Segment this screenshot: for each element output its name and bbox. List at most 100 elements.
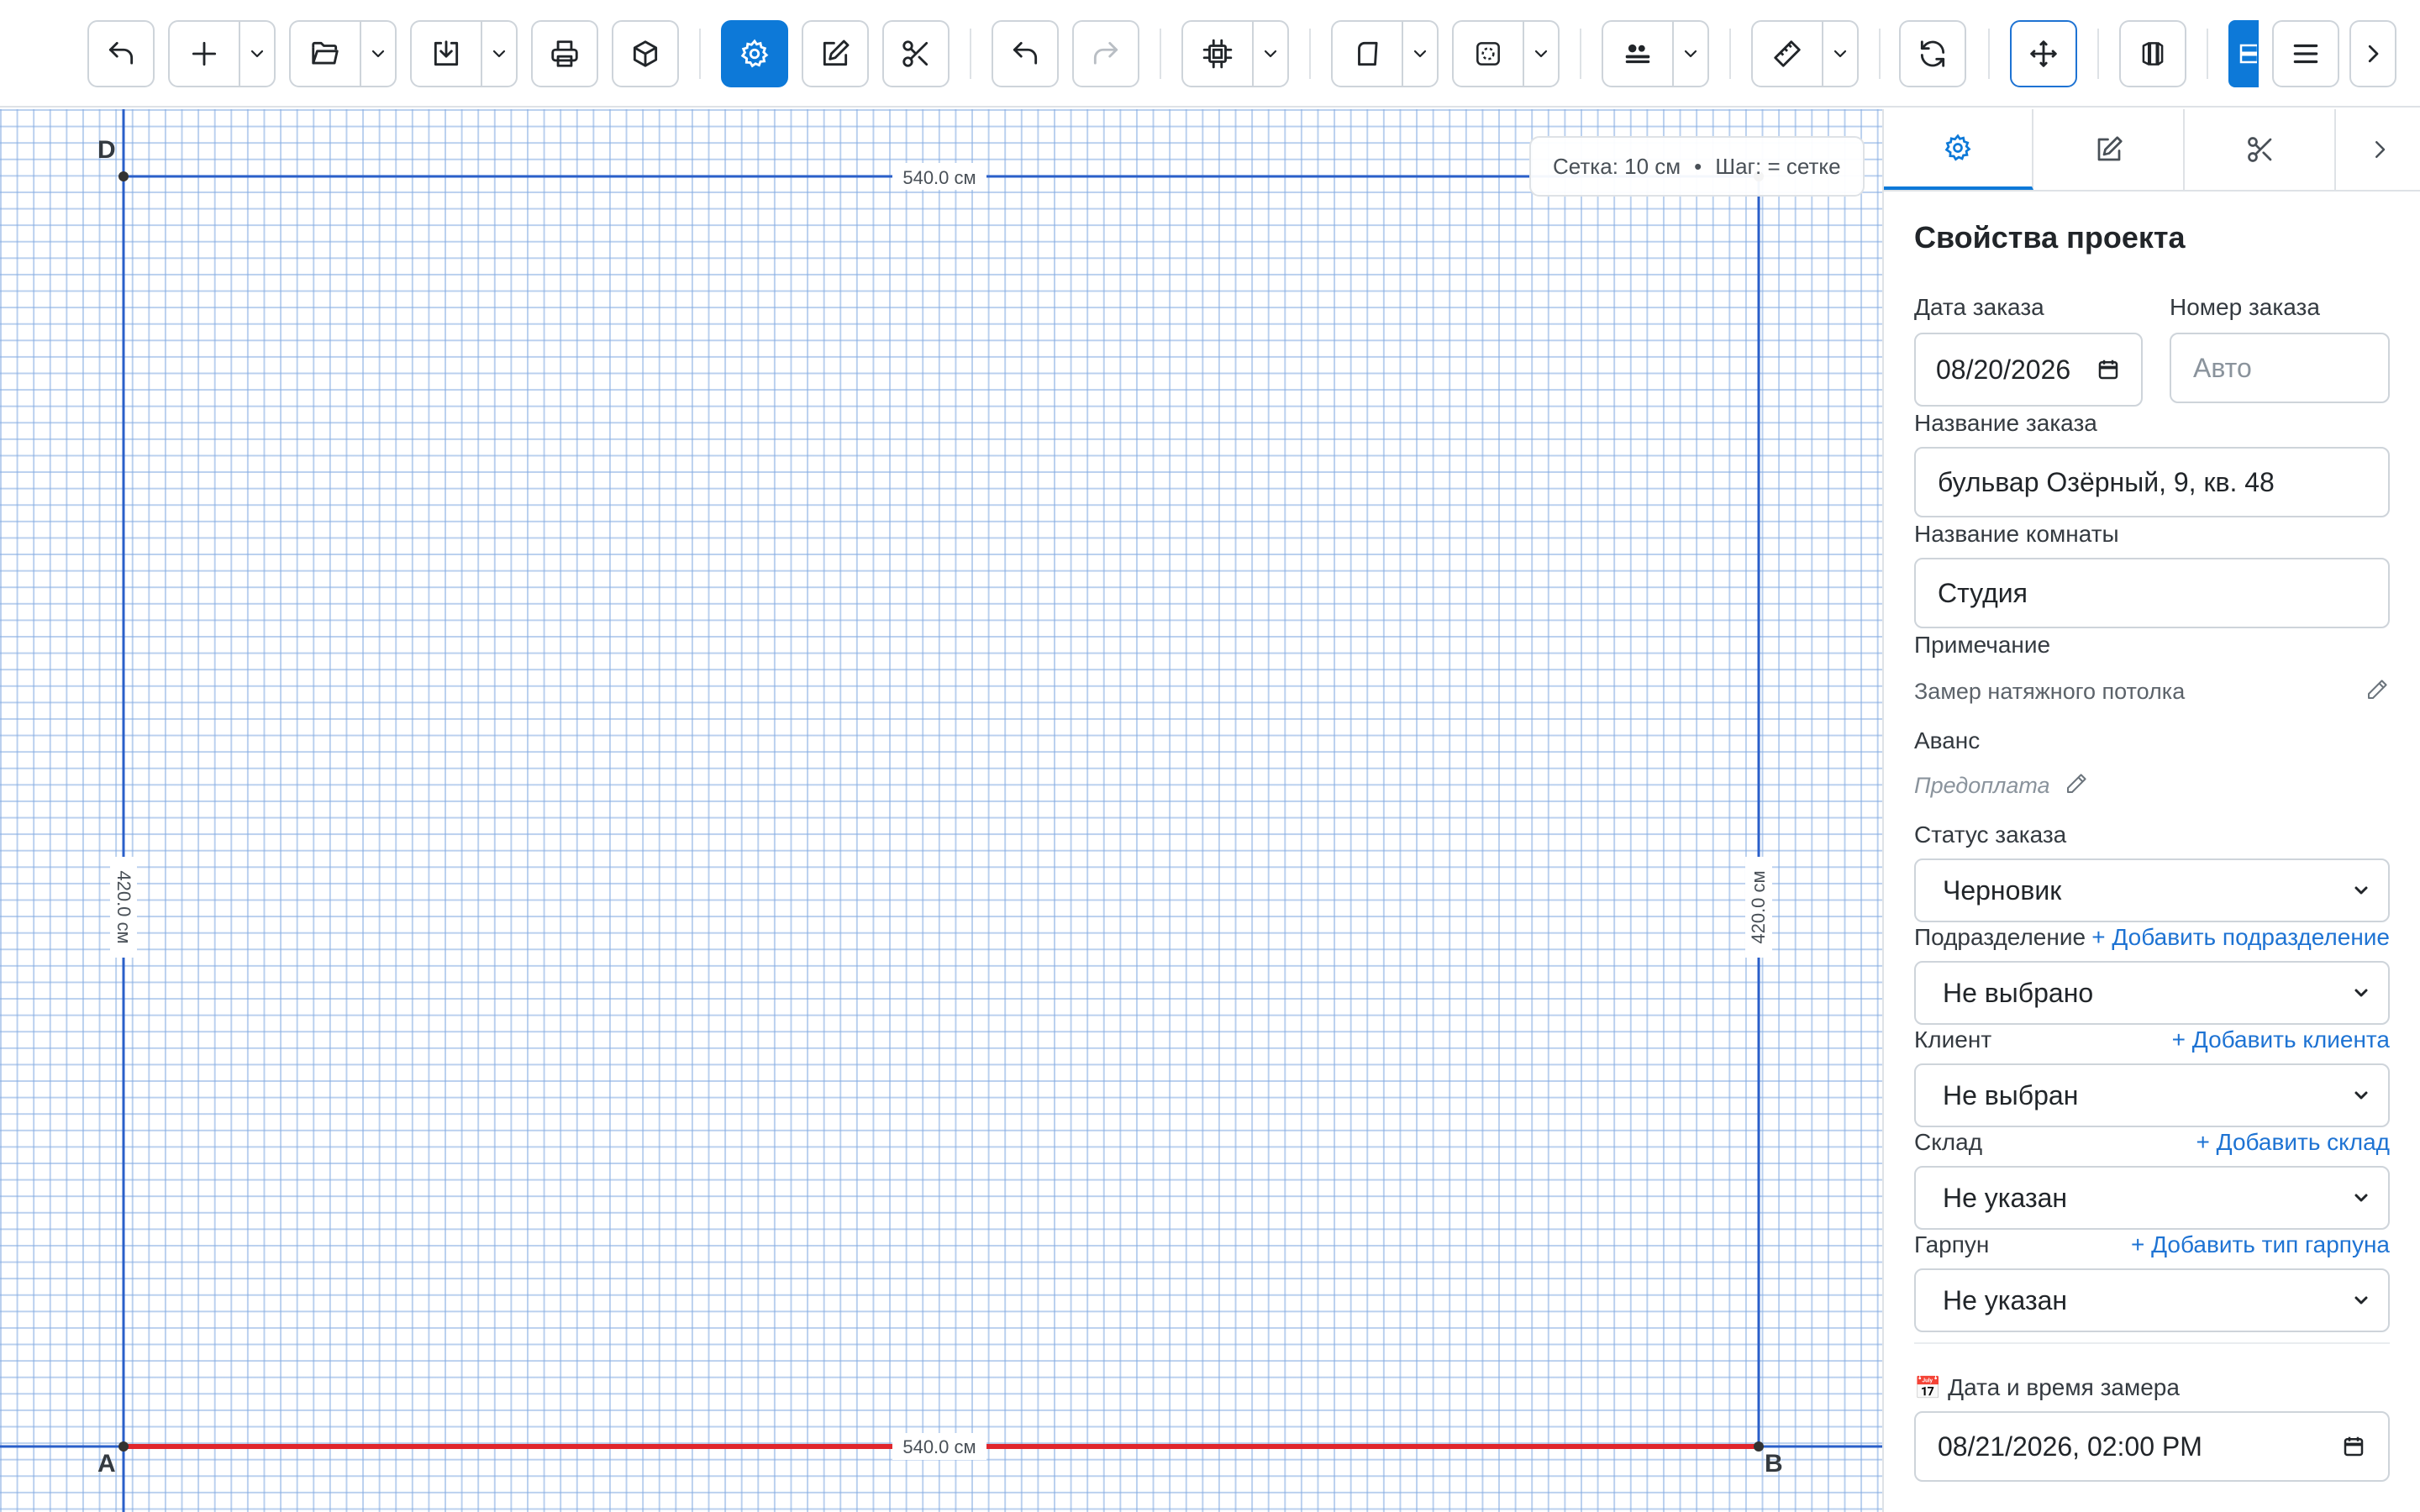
add-dropdown-toggle[interactable] (240, 22, 274, 86)
pencil-icon[interactable] (2365, 677, 2390, 702)
snap-button[interactable] (2010, 20, 2077, 87)
panel-tabs (1884, 109, 2420, 192)
add-division-link[interactable]: + Добавить подразделение (2091, 924, 2390, 951)
status-value: Черновик (1943, 874, 2062, 906)
edit-icon (2097, 136, 2123, 161)
point-label-a: A (97, 1450, 116, 1478)
status-select[interactable]: Черновик (1914, 858, 2390, 922)
edit-button[interactable] (802, 20, 869, 87)
corner-button[interactable] (1333, 22, 1403, 86)
undo-icon (1013, 41, 1038, 65)
add-client-link[interactable]: + Добавить клиента (2172, 1026, 2390, 1053)
tab-settings[interactable] (1884, 109, 2033, 190)
printer-icon (551, 40, 578, 67)
3d-view-button[interactable] (612, 20, 679, 87)
harpoon-label: Гарпун (1914, 1231, 1990, 1257)
chevron-down-icon (2354, 1091, 2368, 1100)
gear-icon (740, 39, 769, 68)
tab-edit[interactable] (2035, 109, 2185, 190)
calendar-emoji-icon: 📅 (1914, 1375, 1942, 1400)
elements-dropdown-toggle[interactable] (1254, 22, 1287, 86)
settings-button[interactable] (721, 20, 788, 87)
menu-button[interactable] (2272, 20, 2339, 87)
align-dropdown-toggle[interactable] (1674, 22, 1707, 86)
division-value: Не выбрано (1943, 977, 2094, 1008)
ruler-icon (1774, 40, 1801, 67)
panel-title: Свойства проекта (1914, 220, 2186, 255)
undo-button[interactable] (992, 20, 1059, 87)
tab-scroll-right[interactable] (2338, 109, 2420, 190)
division-select[interactable]: Не выбрано (1914, 961, 2390, 1025)
redo-icon (1093, 41, 1118, 65)
chevron-down-icon (492, 50, 506, 58)
room-name-input[interactable]: Студия (1914, 558, 2390, 628)
measure-button-group (1751, 20, 1859, 87)
chevron-down-icon (2354, 1194, 2368, 1202)
dimension-bottom: 540.0 см (902, 1436, 976, 1457)
client-select[interactable]: Не выбран (1914, 1063, 2390, 1127)
warehouse-value: Не указан (1943, 1182, 2068, 1213)
align-button[interactable] (1603, 22, 1674, 86)
chevron-right-icon (2375, 141, 2386, 158)
measure-datetime-value: 08/21/2026, 02:00 PM (1938, 1431, 2202, 1462)
toolbar-separator (2097, 29, 2099, 79)
add-warehouse-link[interactable]: + Добавить склад (2196, 1129, 2390, 1156)
status-label: Статус заказа (1914, 822, 2067, 848)
add-harpoon-link[interactable]: + Добавить тип гарпуна (2131, 1231, 2390, 1258)
save-button[interactable] (412, 22, 482, 86)
back-button[interactable] (87, 20, 155, 87)
chip-icon (1202, 39, 1233, 69)
room-plan[interactable]: 540.0 см 540.0 см 420.0 см 420.0 см D A … (0, 109, 1882, 1512)
point-d[interactable] (118, 171, 129, 181)
toolbar-separator (1309, 29, 1311, 79)
save-dropdown-toggle[interactable] (482, 22, 516, 86)
cut-button[interactable] (882, 20, 950, 87)
measure-datetime-input[interactable]: 08/21/2026, 02:00 PM (1914, 1411, 2390, 1482)
advance-placeholder[interactable]: Предоплата (1914, 773, 2050, 799)
elements-button-group (1181, 20, 1289, 87)
print-button[interactable] (531, 20, 598, 87)
align-button-group (1602, 20, 1709, 87)
refresh-button[interactable] (1899, 20, 1966, 87)
tab-cut[interactable] (2186, 109, 2336, 190)
area-icon (1476, 42, 1500, 66)
align-icon (1625, 44, 1650, 64)
panels-button[interactable] (2119, 20, 2186, 87)
chevron-right-icon (2368, 45, 2379, 63)
open-button[interactable] (291, 22, 361, 86)
order-name-input[interactable]: бульвар Озёрный, 9, кв. 48 (1914, 447, 2390, 517)
back-arrow-icon (108, 41, 134, 65)
order-date-input[interactable]: 08/20/2026 (1914, 333, 2143, 407)
pencil-icon[interactable] (2064, 771, 2089, 796)
toolbar-scroll-right-button[interactable] (2349, 20, 2396, 87)
corner-dropdown-toggle[interactable] (1403, 22, 1437, 86)
warehouse-label: Склад (1914, 1129, 1983, 1155)
note-value[interactable]: Замер натяжного потолка (1914, 679, 2185, 705)
chevron-down-icon (1833, 50, 1847, 58)
measure-dropdown-toggle[interactable] (1823, 22, 1857, 86)
measure-button[interactable] (1753, 22, 1823, 86)
order-number-input[interactable]: Авто (2170, 333, 2390, 403)
area-dropdown-toggle[interactable] (1524, 22, 1558, 86)
toolbar-separator (699, 29, 701, 79)
grid-info-separator: • (1694, 153, 1702, 179)
open-dropdown-toggle[interactable] (361, 22, 395, 86)
calendar-icon (2098, 360, 2118, 380)
drawing-canvas[interactable]: 540.0 см 540.0 см 420.0 см 420.0 см D A … (0, 109, 1882, 1512)
point-b[interactable] (1754, 1441, 1764, 1452)
harpoon-select[interactable]: Не указан (1914, 1268, 2390, 1332)
elements-button[interactable] (1183, 22, 1254, 86)
corner-icon (1358, 41, 1378, 66)
layout-button[interactable] (2228, 20, 2259, 87)
panels-icon (2142, 42, 2164, 66)
point-a[interactable] (118, 1441, 129, 1452)
save-button-group (410, 20, 518, 87)
scissors-icon (2248, 137, 2272, 162)
area-button[interactable] (1454, 22, 1524, 86)
client-value: Не выбран (1943, 1079, 2079, 1110)
warehouse-select[interactable]: Не указан (1914, 1166, 2390, 1230)
grid-info-badge: Сетка: 10 см • Шаг: = сетке (1529, 136, 1865, 197)
add-button[interactable] (170, 22, 240, 86)
toolbar-separator (1879, 29, 1881, 79)
redo-button[interactable] (1072, 20, 1139, 87)
